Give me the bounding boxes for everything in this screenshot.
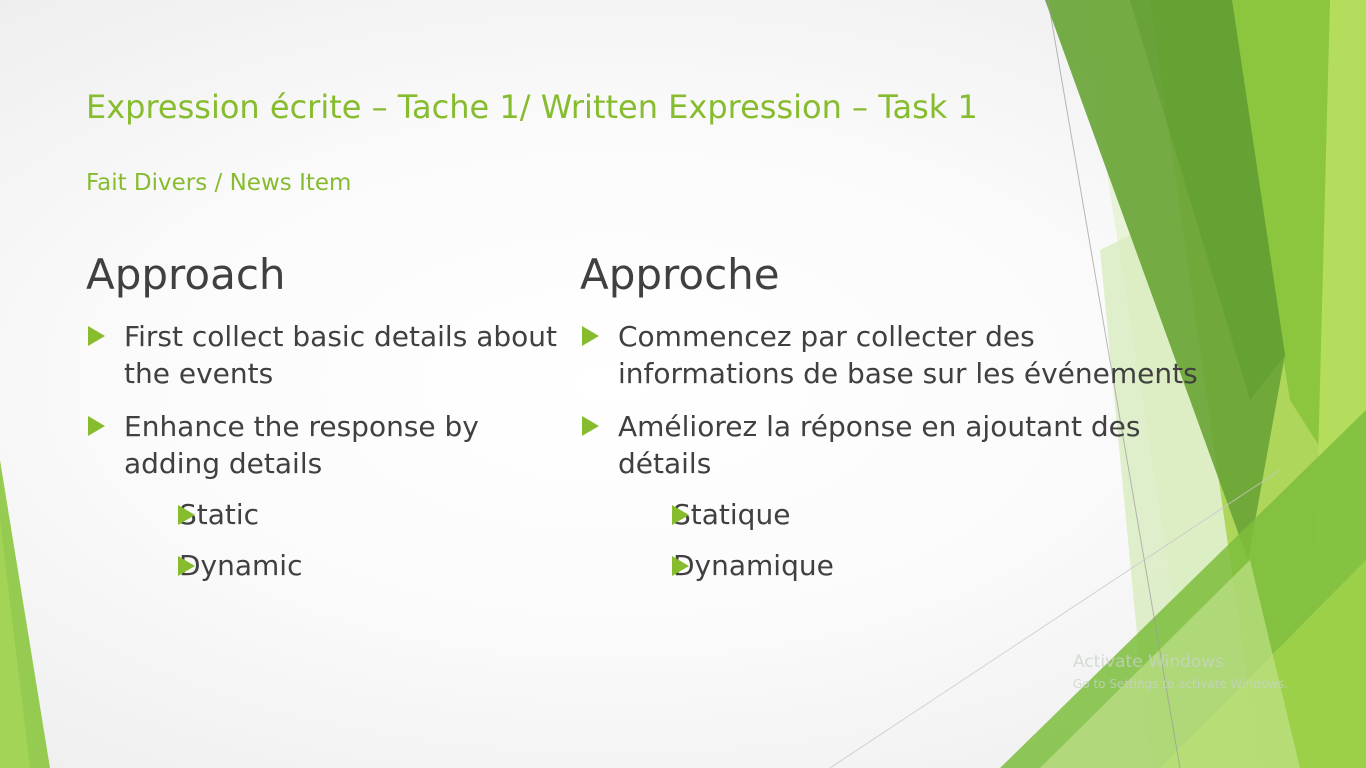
bullet-text: Améliorez la réponse en ajoutant des dét…	[618, 410, 1141, 480]
triangle-bullet-icon	[88, 416, 105, 436]
right-bullet-list: Commencez par collecter des informations…	[580, 318, 1200, 584]
right-column-heading: Approche	[580, 250, 780, 299]
list-item: Static	[134, 496, 576, 533]
list-item: Dynamique	[628, 547, 1200, 584]
watermark-subtitle: Go to Settings to activate Windows.	[1073, 677, 1288, 691]
triangle-bullet-icon	[672, 556, 689, 576]
list-item: First collect basic details about the ev…	[86, 318, 576, 392]
left-bullet-list: First collect basic details about the ev…	[86, 318, 576, 584]
bullet-text: Commencez par collecter des informations…	[618, 320, 1198, 390]
right-sub-bullet-list: Statique Dynamique	[618, 496, 1200, 584]
sub-bullet-text: Statique	[673, 498, 791, 531]
list-item: Enhance the response by adding details S…	[86, 408, 576, 584]
sub-bullet-text: Dynamic	[179, 549, 303, 582]
right-column: Approche Commencez par collecter des inf…	[580, 250, 1200, 600]
triangle-bullet-icon	[672, 505, 689, 525]
left-column: Approach First collect basic details abo…	[86, 250, 576, 600]
activate-windows-watermark: Activate Windows Go to Settings to activ…	[1073, 652, 1288, 692]
list-item: Commencez par collecter des informations…	[580, 318, 1200, 392]
triangle-bullet-icon	[178, 505, 195, 525]
triangle-bullet-icon	[178, 556, 195, 576]
triangle-bullet-icon	[88, 326, 105, 346]
triangle-bullet-icon	[582, 326, 599, 346]
list-item: Dynamic	[134, 547, 576, 584]
bullet-text: First collect basic details about the ev…	[124, 320, 557, 390]
left-sub-bullet-list: Static Dynamic	[124, 496, 576, 584]
bullet-text: Enhance the response by adding details	[124, 410, 479, 480]
sub-bullet-text: Dynamique	[673, 549, 834, 582]
list-item: Améliorez la réponse en ajoutant des dét…	[580, 408, 1200, 584]
slide-subtitle: Fait Divers / News Item	[86, 170, 352, 196]
left-column-heading: Approach	[86, 250, 286, 299]
list-item: Statique	[628, 496, 1200, 533]
slide-title: Expression écrite – Tache 1/ Written Exp…	[86, 88, 978, 126]
watermark-title: Activate Windows	[1073, 652, 1224, 672]
triangle-bullet-icon	[582, 416, 599, 436]
slide: Expression écrite – Tache 1/ Written Exp…	[0, 0, 1366, 768]
